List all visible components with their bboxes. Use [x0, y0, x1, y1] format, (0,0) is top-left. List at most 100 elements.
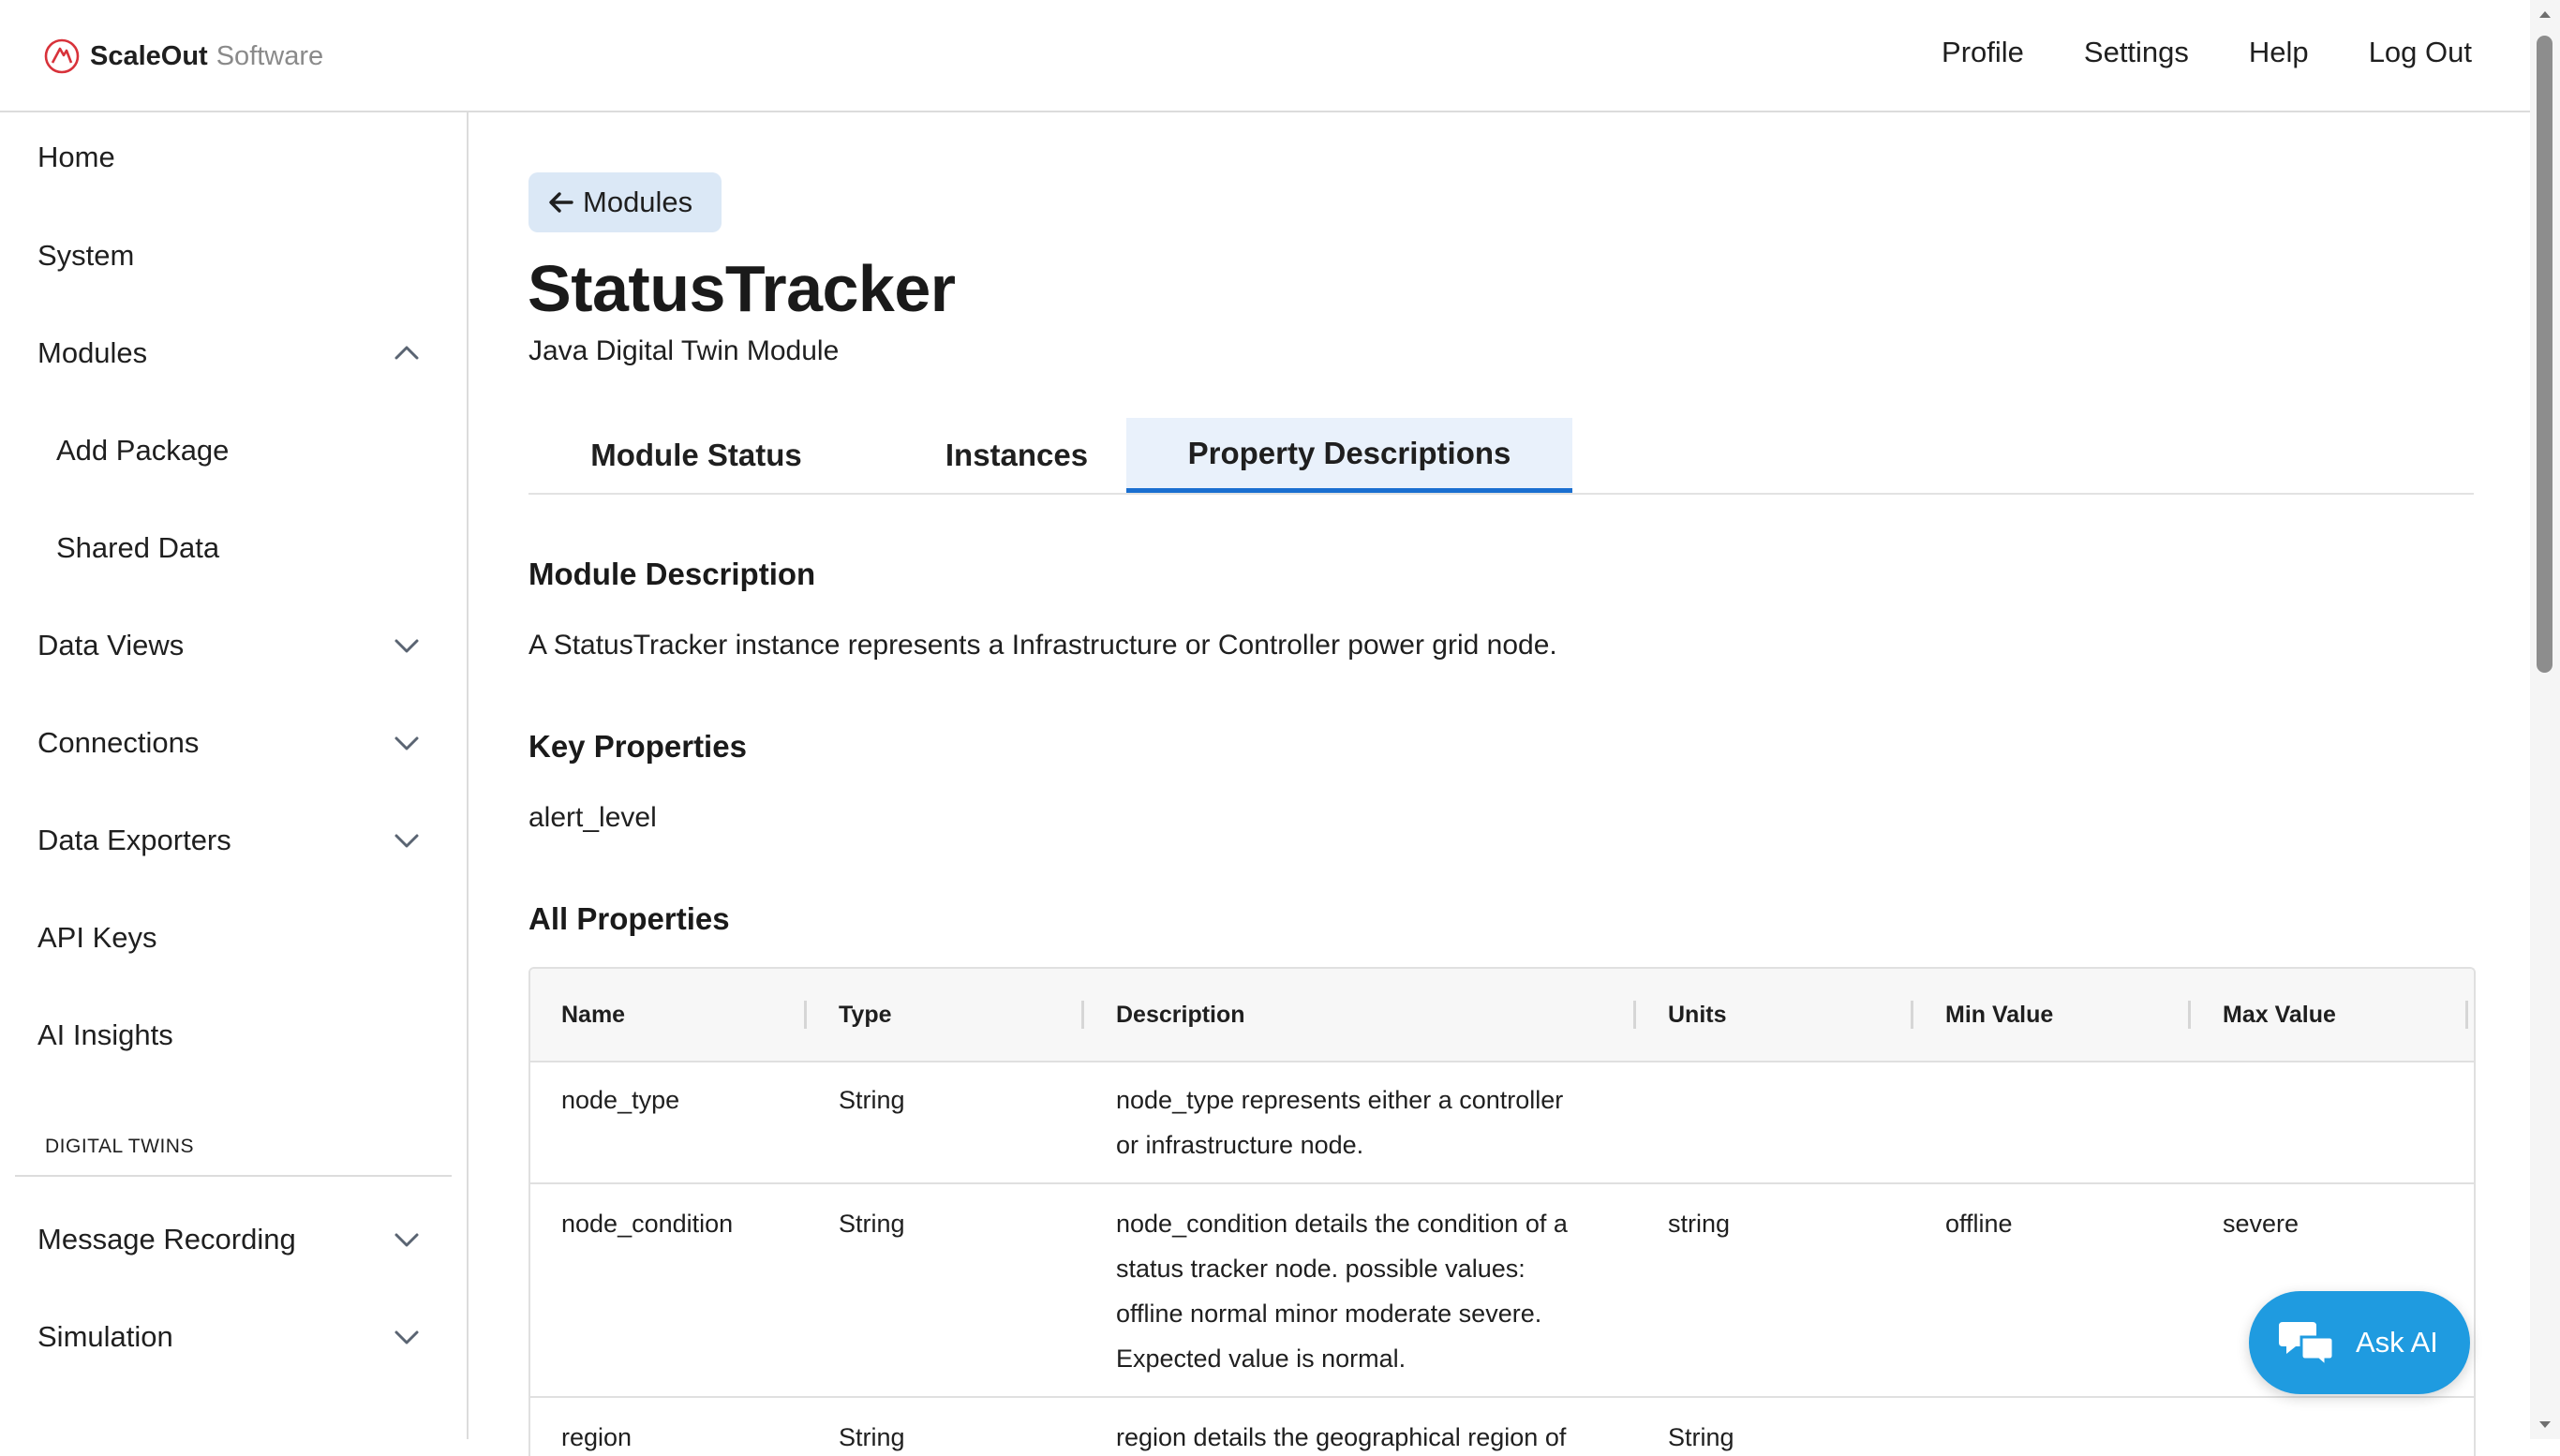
- sidebar-item-message-recording[interactable]: Message Recording: [0, 1197, 467, 1282]
- description-line: node_condition details the condition of …: [1116, 1210, 1568, 1238]
- chat-bubbles-icon: [2279, 1322, 2335, 1369]
- scroll-up-arrow-icon[interactable]: [2538, 7, 2553, 22]
- sidebar-item-api-keys[interactable]: API Keys: [0, 896, 467, 980]
- sidebar-item-label: Data Exporters: [37, 824, 231, 856]
- chevron-up-icon: [394, 346, 419, 360]
- sidebar-item-label: AI Insights: [37, 1018, 173, 1051]
- column-header-min-value[interactable]: Min Value: [1945, 969, 2053, 1061]
- sidebar-item-label: API Keys: [37, 921, 157, 954]
- top-nav: Profile Settings Help Log Out: [1882, 36, 2472, 69]
- page-subtitle: Java Digital Twin Module: [528, 335, 840, 366]
- column-resize-handle[interactable]: [1081, 1001, 1084, 1029]
- sidebar-item-label: Message Recording: [37, 1223, 296, 1255]
- column-resize-handle[interactable]: [804, 1001, 807, 1029]
- cell-type: String: [839, 1210, 905, 1238]
- sidebar-section-label: DIGITAL TWINS: [45, 1136, 194, 1157]
- sidebar-item-data-exporters[interactable]: Data Exporters: [0, 798, 467, 883]
- cell-type: String: [839, 1086, 905, 1114]
- description-line: status tracker node. possible values:: [1116, 1255, 1526, 1283]
- cell-description: region details the geographical region o…: [1116, 1415, 1566, 1456]
- column-resize-handle[interactable]: [2465, 1001, 2468, 1029]
- scaleout-logo-icon: [44, 38, 80, 74]
- column-header-max-value[interactable]: Max Value: [2223, 969, 2336, 1061]
- cell-description: node_condition details the condition of …: [1116, 1201, 1568, 1381]
- top-bar: ScaleOut Software Profile Settings Help …: [0, 0, 2530, 112]
- sidebar-item-label: Add Package: [56, 434, 230, 467]
- sidebar-item-label: Modules: [37, 336, 148, 369]
- table-row: node_condition String node_condition det…: [530, 1184, 2474, 1398]
- cell-units: string: [1668, 1210, 1731, 1238]
- logout-link[interactable]: Log Out: [2369, 36, 2472, 69]
- sidebar-item-label: Simulation: [37, 1320, 173, 1353]
- sidebar-divider: [15, 1175, 452, 1177]
- chevron-down-icon: [394, 639, 419, 653]
- table-row: node_type String node_type represents ei…: [530, 1061, 2474, 1184]
- column-resize-handle[interactable]: [2188, 1001, 2191, 1029]
- back-button-label: Modules: [583, 186, 693, 218]
- sidebar-item-system[interactable]: System: [0, 214, 467, 298]
- profile-link[interactable]: Profile: [1942, 36, 2024, 69]
- sidebar: Home System Modules Add Package Shared D…: [0, 112, 469, 1439]
- cell-min-value: offline: [1945, 1210, 2013, 1238]
- all-properties-heading: All Properties: [528, 901, 730, 936]
- cell-max-value: severe: [2223, 1210, 2300, 1238]
- sidebar-item-label: Connections: [37, 726, 200, 759]
- tab-module-status[interactable]: Module Status: [528, 418, 864, 493]
- scroll-down-arrow-icon[interactable]: [2538, 1417, 2553, 1432]
- sidebar-item-label: Home: [37, 141, 115, 173]
- ask-ai-button[interactable]: Ask AI: [2249, 1291, 2470, 1394]
- description-line: node_type represents either a controller: [1116, 1086, 1564, 1114]
- key-properties-heading: Key Properties: [528, 729, 747, 764]
- sidebar-item-modules[interactable]: Modules: [0, 311, 467, 395]
- sidebar-item-ai-insights[interactable]: AI Insights: [0, 993, 467, 1077]
- sidebar-item-label: Data Views: [37, 629, 185, 661]
- arrow-left-icon: [549, 192, 573, 213]
- help-link[interactable]: Help: [2249, 36, 2309, 69]
- column-header-name[interactable]: Name: [561, 969, 625, 1061]
- cell-units: String: [1668, 1423, 1734, 1451]
- tab-instances[interactable]: Instances: [864, 418, 1169, 493]
- brand-name: ScaleOut: [90, 40, 208, 71]
- column-resize-handle[interactable]: [1633, 1001, 1636, 1029]
- cell-name: region: [561, 1423, 633, 1451]
- page-scrollbar-thumb[interactable]: [2537, 36, 2553, 673]
- description-line: Expected value is normal.: [1116, 1345, 1407, 1373]
- column-header-units[interactable]: Units: [1668, 969, 1727, 1061]
- table-row: region String region details the geograp…: [530, 1398, 2474, 1456]
- key-properties-value: alert_level: [528, 802, 657, 833]
- settings-link[interactable]: Settings: [2084, 36, 2189, 69]
- cell-name: node_type: [561, 1086, 680, 1114]
- chevron-down-icon: [394, 834, 419, 848]
- page-title: StatusTracker: [528, 252, 956, 325]
- sidebar-item-label: Shared Data: [56, 531, 220, 564]
- sidebar-item-shared-data[interactable]: Shared Data: [0, 506, 467, 590]
- chevron-down-icon: [394, 1233, 419, 1247]
- cell-type: String: [839, 1423, 905, 1451]
- module-description-heading: Module Description: [528, 557, 816, 591]
- sidebar-item-home[interactable]: Home: [0, 115, 467, 200]
- chevron-down-icon: [394, 736, 419, 750]
- sidebar-item-label: System: [37, 239, 135, 272]
- cell-name: node_condition: [561, 1210, 734, 1238]
- description-line: offline normal minor moderate severe.: [1116, 1300, 1542, 1328]
- back-to-modules-button[interactable]: Modules: [528, 172, 722, 232]
- table-header: Name Type Description Units Min Value Ma…: [530, 969, 2474, 1062]
- description-line: region details the geographical region o…: [1116, 1423, 1567, 1451]
- column-header-type[interactable]: Type: [839, 969, 892, 1061]
- brand-logo[interactable]: ScaleOut Software: [43, 34, 323, 79]
- ask-ai-label: Ask AI: [2356, 1326, 2438, 1359]
- tab-property-descriptions[interactable]: Property Descriptions: [1126, 418, 1572, 493]
- sidebar-item-simulation[interactable]: Simulation: [0, 1295, 467, 1379]
- tab-bar: Module Status Instances Property Descrip…: [528, 418, 2474, 495]
- module-description-text: A StatusTracker instance represents a In…: [528, 630, 1557, 661]
- chevron-down-icon: [394, 1330, 419, 1345]
- column-resize-handle[interactable]: [1911, 1001, 1913, 1029]
- sidebar-item-connections[interactable]: Connections: [0, 701, 467, 785]
- description-line: or infrastructure node.: [1116, 1131, 1364, 1159]
- brand-suffix: Software: [216, 40, 324, 71]
- properties-table: Name Type Description Units Min Value Ma…: [528, 967, 2476, 1456]
- sidebar-item-add-package[interactable]: Add Package: [0, 409, 467, 493]
- column-header-description[interactable]: Description: [1116, 969, 1245, 1061]
- sidebar-item-data-views[interactable]: Data Views: [0, 603, 467, 688]
- cell-description: node_type represents either a controller…: [1116, 1077, 1563, 1167]
